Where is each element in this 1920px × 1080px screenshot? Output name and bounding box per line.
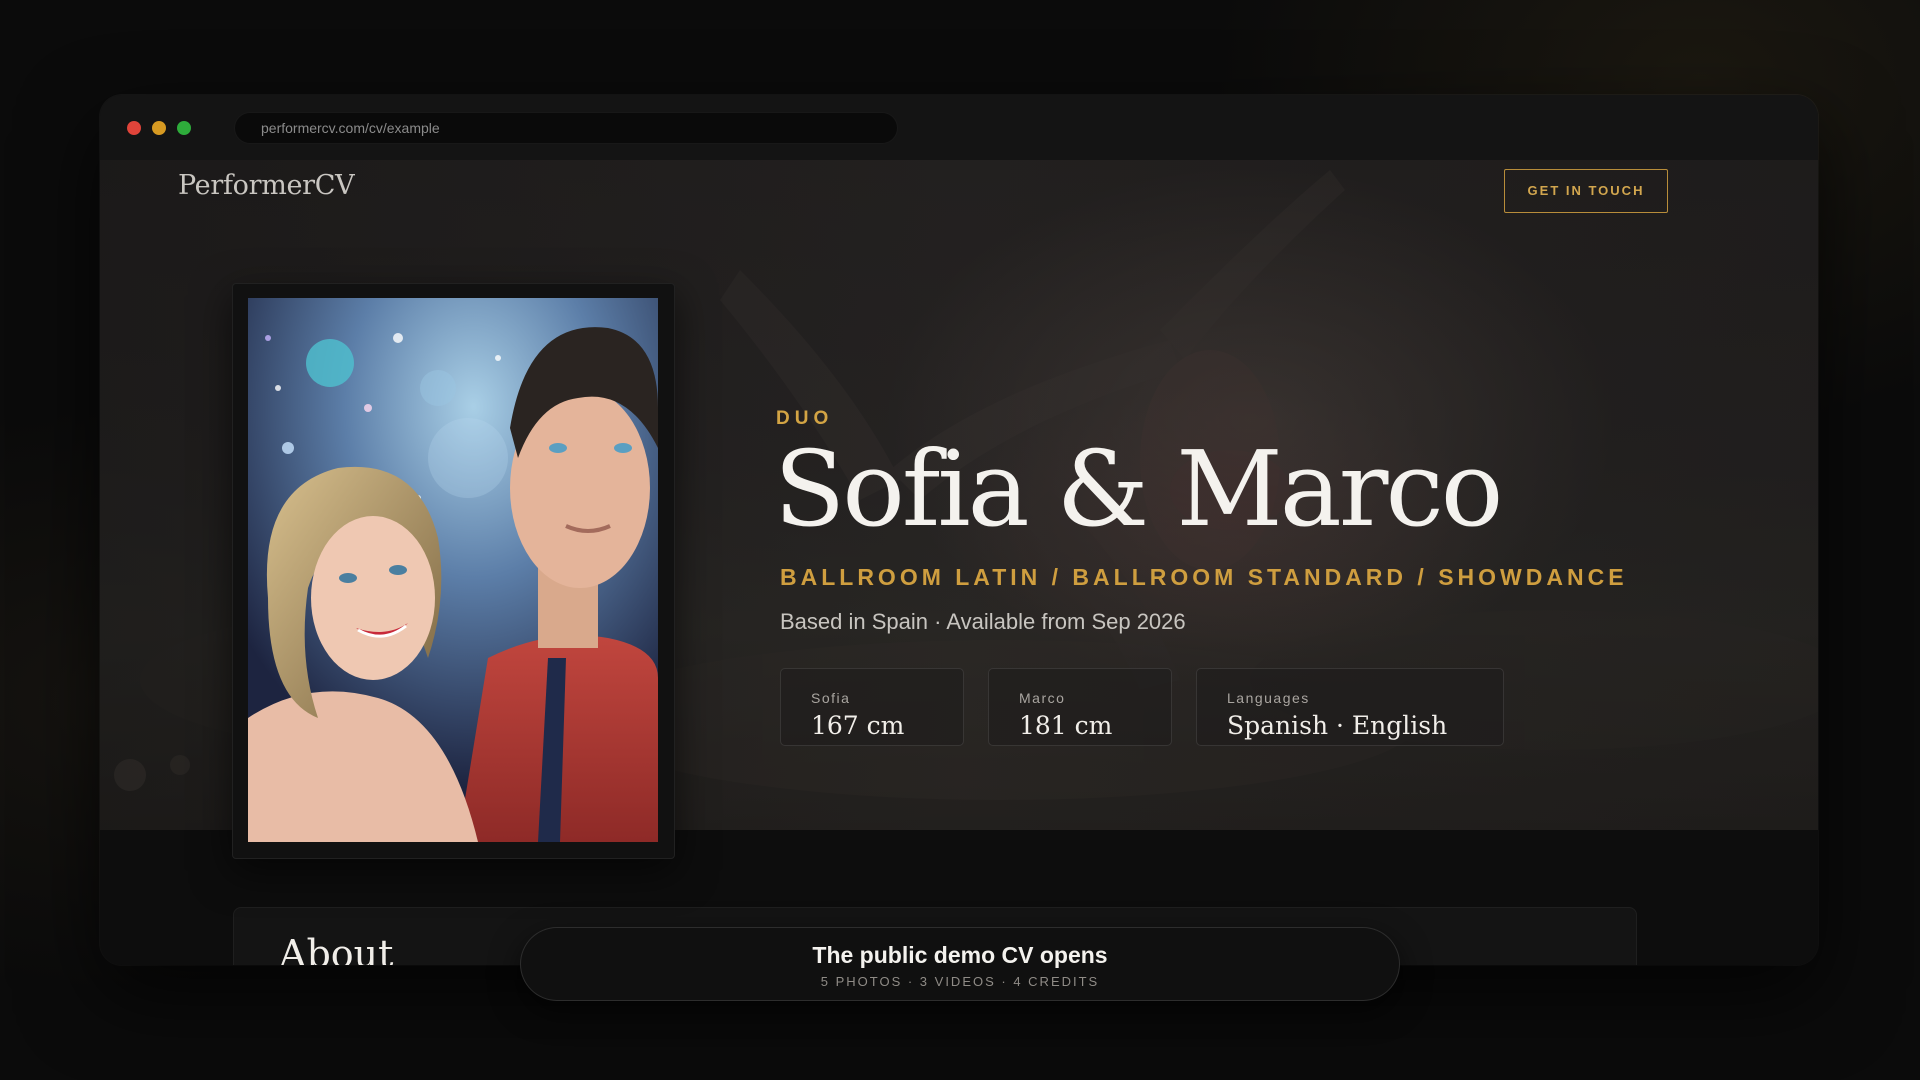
act-type-label: DUO (776, 408, 834, 429)
page-viewport: PerformerCV GET IN TOUCH DUO Sofia & Mar… (100, 160, 1818, 965)
headshot-frame (232, 283, 675, 859)
close-window-dot[interactable] (127, 121, 141, 135)
duo-portrait-illustration (248, 298, 658, 842)
stat-card-languages: Languages Spanish · English (1196, 668, 1504, 746)
presentation-stage: performercv.com/cv/example PerformerCV G… (0, 0, 1920, 1080)
stat-value: 181 cm (1019, 711, 1113, 740)
minimize-window-dot[interactable] (152, 121, 166, 135)
toast-title: The public demo CV opens (812, 942, 1108, 968)
stat-value: 167 cm (811, 711, 905, 740)
location-availability: Based in Spain · Available from Sep 2026 (780, 609, 1186, 634)
duo-headshot-photo[interactable] (248, 298, 658, 842)
address-bar[interactable]: performercv.com/cv/example (234, 112, 898, 144)
dance-styles: BALLROOM LATIN / BALLROOM STANDARD / SHO… (780, 564, 1628, 590)
stat-card-marco-height: Marco 181 cm (988, 668, 1172, 746)
browser-window: performercv.com/cv/example PerformerCV G… (100, 95, 1818, 965)
demo-toast: The public demo CV opens 5 PHOTOS · 3 VI… (520, 927, 1400, 1001)
browser-toolbar: performercv.com/cv/example (100, 95, 1818, 161)
toast-subtitle: 5 PHOTOS · 3 VIDEOS · 4 CREDITS (820, 974, 1100, 989)
stat-label: Sofia (811, 690, 851, 706)
stat-label: Languages (1227, 690, 1310, 706)
performer-name: Sofia & Marco (774, 428, 1503, 550)
stat-card-sofia-height: Sofia 167 cm (780, 668, 964, 746)
about-heading: About (279, 932, 394, 965)
get-in-touch-button[interactable]: GET IN TOUCH (1504, 169, 1668, 213)
stat-value: Spanish · English (1227, 711, 1448, 740)
site-logo[interactable]: PerformerCV (178, 170, 355, 201)
stat-label: Marco (1019, 690, 1066, 706)
maximize-window-dot[interactable] (177, 121, 191, 135)
